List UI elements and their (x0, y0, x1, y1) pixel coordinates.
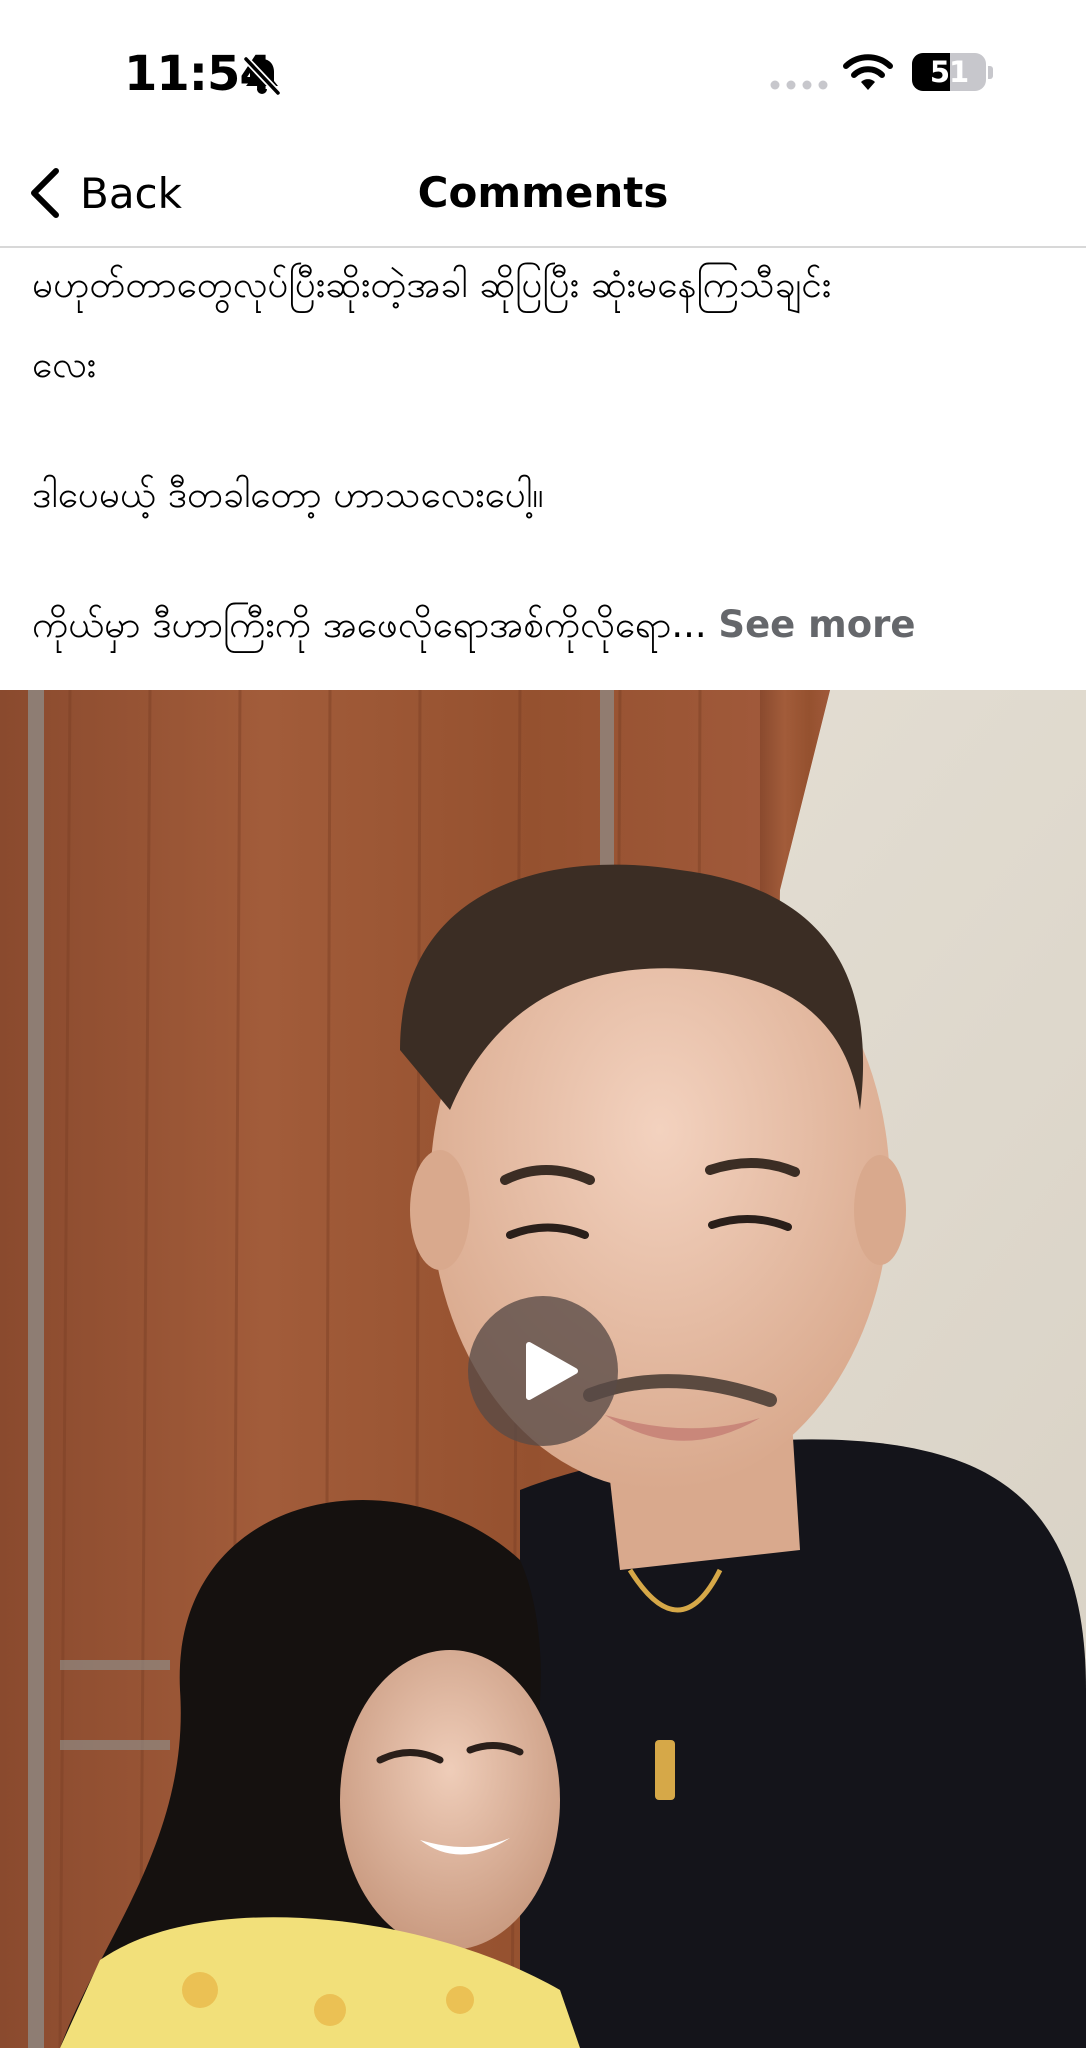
status-bar: 11:54 51 (0, 0, 1086, 150)
signal-dots-icon (770, 80, 828, 90)
play-icon (526, 1342, 578, 1400)
bell-slash-icon (242, 55, 282, 97)
wifi-icon (843, 54, 893, 90)
play-button[interactable] (468, 1296, 618, 1446)
post-text-truncated: ကိုယ်မှာ ဒီဟာကြီးကို အဖေလိုရောအစ်ကိုလိုရ… (32, 603, 707, 646)
post-text-line: ဒါပေမယ့် ဒီတခါတော့ ဟာသလေးပေါ့။ (32, 473, 544, 516)
battery-level: 51 (929, 55, 969, 89)
post-text-line: လေး (32, 343, 97, 386)
battery-icon: 51 (912, 53, 993, 91)
post-text-line-with-see-more: ကိုယ်မှာ ဒီဟာကြီးကို အဖေလိုရောအစ်ကိုလိုရ… (32, 590, 915, 660)
page-title: Comments (417, 168, 669, 217)
navigation-bar: Back Comments (0, 150, 1086, 248)
battery-cap (988, 66, 993, 79)
see-more-link[interactable]: See more (718, 603, 915, 646)
video-player[interactable] (0, 690, 1086, 2048)
post-text-line: မဟုတ်တာတွေလုပ်ပြီးဆိုးတဲ့အခါ ဆိုပြပြီး ဆ… (32, 263, 832, 306)
post-text: မဟုတ်တာတွေလုပ်ပြီးဆိုးတဲ့အခါ ဆိုပြပြီး ဆ… (32, 250, 1062, 690)
